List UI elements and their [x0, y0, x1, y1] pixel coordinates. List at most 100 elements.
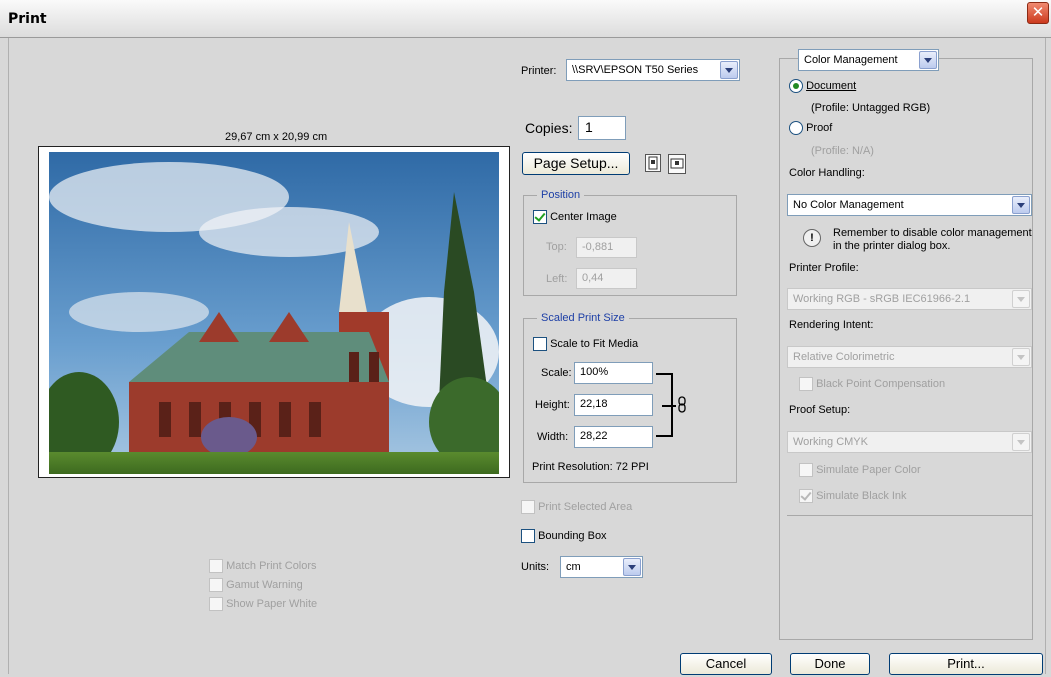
chevron-down-icon[interactable]: [1012, 348, 1030, 366]
black-point-compensation-option[interactable]: Black Point Compensation: [799, 377, 945, 391]
rendering-intent-value: Relative Colorimetric: [793, 351, 895, 363]
proof-setup-value: Working CMYK: [793, 436, 868, 448]
done-button[interactable]: Done: [790, 653, 870, 675]
window-title: Print: [8, 11, 47, 27]
printer-profile-label: Printer Profile:: [789, 262, 859, 274]
link-icon[interactable]: [677, 396, 687, 414]
color-handling-value: No Color Management: [793, 199, 904, 211]
rendering-intent-label: Rendering Intent:: [789, 319, 874, 331]
color-handling-select[interactable]: No Color Management: [787, 194, 1032, 216]
cancel-button[interactable]: Cancel: [680, 653, 772, 675]
units-label: Units:: [521, 561, 550, 573]
gamut-warning-checkbox[interactable]: [209, 578, 223, 592]
chevron-down-icon[interactable]: [1012, 196, 1030, 214]
page-setup-button[interactable]: Page Setup...: [522, 152, 630, 175]
portrait-orientation-icon[interactable]: [645, 154, 661, 172]
width-label: Width:: [537, 431, 569, 443]
print-preview[interactable]: [38, 146, 510, 478]
gamut-warning-option[interactable]: Gamut Warning: [209, 578, 303, 592]
scale-to-fit-option[interactable]: Scale to Fit Media: [533, 337, 638, 351]
position-legend: Position: [537, 189, 585, 201]
chevron-down-icon[interactable]: [720, 61, 738, 79]
preview-size-label: 29,67 cm x 20,99 cm: [225, 131, 328, 143]
show-paper-white-label: Show Paper White: [226, 598, 318, 610]
scale-to-fit-label: Scale to Fit Media: [550, 338, 639, 350]
document-profile: (Profile: Untagged RGB): [811, 102, 931, 114]
warning-line-1: Remember to disable color management: [833, 227, 1032, 239]
gamut-warning-label: Gamut Warning: [226, 579, 303, 591]
height-input[interactable]: 22,18: [574, 394, 653, 416]
cancel-label: Cancel: [705, 656, 747, 671]
rendering-intent-select[interactable]: Relative Colorimetric: [787, 346, 1032, 368]
landscape-orientation-icon[interactable]: [668, 154, 686, 174]
copies-input[interactable]: 1: [578, 116, 626, 140]
printer-value: \\SRV\EPSON T50 Series: [572, 64, 699, 76]
simulate-black-ink-label: Simulate Black Ink: [816, 490, 907, 502]
center-image-option[interactable]: Center Image: [533, 210, 617, 224]
scale-label: Scale:: [541, 367, 572, 379]
top-input[interactable]: -0,881: [576, 237, 637, 258]
chevron-down-icon[interactable]: [623, 558, 641, 576]
simulate-black-ink-checkbox[interactable]: [799, 489, 813, 503]
preview-image: [49, 152, 499, 474]
show-paper-white-option[interactable]: Show Paper White: [209, 597, 317, 611]
document-radio-option[interactable]: Document: [789, 79, 856, 93]
color-management-select[interactable]: Color Management: [798, 49, 939, 71]
left-label: Left:: [546, 273, 568, 285]
print-label: Print...: [947, 656, 985, 671]
print-selected-area-checkbox[interactable]: [521, 500, 535, 514]
simulate-paper-color-option[interactable]: Simulate Paper Color: [799, 463, 921, 477]
printer-label: Printer:: [521, 65, 557, 77]
black-point-compensation-label: Black Point Compensation: [816, 378, 946, 390]
color-management-value: Color Management: [804, 54, 898, 66]
proof-radio[interactable]: [789, 121, 803, 135]
proof-profile: (Profile: N/A): [811, 145, 874, 157]
proof-setup-label: Proof Setup:: [789, 404, 851, 416]
divider: [787, 515, 1032, 516]
document-radio[interactable]: [789, 79, 803, 93]
document-label: Document: [806, 80, 857, 92]
proof-radio-option[interactable]: Proof: [789, 121, 832, 135]
width-input[interactable]: 28,22: [574, 426, 653, 448]
close-button[interactable]: ✕: [1027, 2, 1049, 24]
scaled-print-size-legend: Scaled Print Size: [537, 312, 629, 324]
simulate-black-ink-option[interactable]: Simulate Black Ink: [799, 489, 907, 503]
simulate-paper-color-label: Simulate Paper Color: [816, 464, 921, 476]
match-print-colors-option[interactable]: Match Print Colors: [209, 559, 317, 573]
simulate-paper-color-checkbox[interactable]: [799, 463, 813, 477]
height-label: Height:: [535, 399, 570, 411]
bounding-box-checkbox[interactable]: [521, 529, 535, 543]
warning-line-2: in the printer dialog box.: [833, 240, 951, 252]
bracket-tick: [662, 405, 676, 407]
scale-to-fit-checkbox[interactable]: [533, 337, 547, 351]
scale-input[interactable]: 100%: [574, 362, 653, 384]
print-selected-area-label: Print Selected Area: [538, 501, 633, 513]
match-print-colors-label: Match Print Colors: [226, 560, 317, 572]
bounding-box-option[interactable]: Bounding Box: [521, 529, 607, 543]
units-value: cm: [566, 561, 581, 573]
bounding-box-label: Bounding Box: [538, 530, 607, 542]
match-print-colors-checkbox[interactable]: [209, 559, 223, 573]
show-paper-white-checkbox[interactable]: [209, 597, 223, 611]
chevron-down-icon[interactable]: [919, 51, 937, 69]
black-point-compensation-checkbox[interactable]: [799, 377, 813, 391]
color-handling-label: Color Handling:: [789, 167, 865, 179]
center-image-label: Center Image: [550, 211, 617, 223]
page-setup-label: Page Setup...: [533, 155, 619, 171]
done-label: Done: [814, 656, 846, 671]
printer-profile-select[interactable]: Working RGB - sRGB IEC61966-2.1: [787, 288, 1032, 310]
center-image-checkbox[interactable]: [533, 210, 547, 224]
print-resolution: Print Resolution: 72 PPI: [532, 461, 649, 473]
units-select[interactable]: cm: [560, 556, 643, 578]
chevron-down-icon[interactable]: [1012, 290, 1030, 308]
printer-profile-value: Working RGB - sRGB IEC61966-2.1: [793, 293, 971, 305]
left-input[interactable]: 0,44: [576, 268, 637, 289]
top-label: Top:: [546, 241, 567, 253]
title-bar: Print ✕: [0, 0, 1051, 38]
chevron-down-icon[interactable]: [1012, 433, 1030, 451]
print-selected-area-option[interactable]: Print Selected Area: [521, 500, 632, 514]
proof-setup-select[interactable]: Working CMYK: [787, 431, 1032, 453]
printer-select[interactable]: \\SRV\EPSON T50 Series: [566, 59, 740, 81]
copies-label: Copies:: [525, 120, 573, 136]
print-button[interactable]: Print...: [889, 653, 1043, 675]
